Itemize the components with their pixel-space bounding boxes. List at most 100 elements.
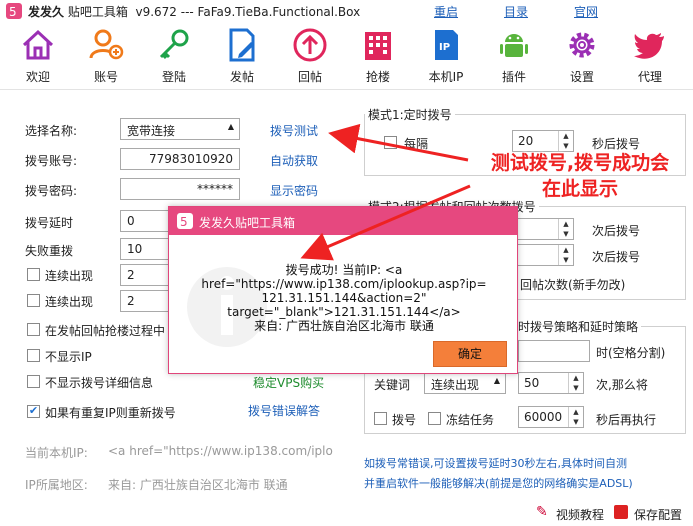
error-help-link[interactable]: 拨号错误解答 — [248, 402, 320, 419]
building-icon — [365, 32, 391, 60]
dropdown-arrow-icon: ▲ — [227, 122, 234, 131]
toolbar-account[interactable]: 账号 — [78, 24, 134, 86]
local-ip-value: <a href="https://www.ip138.com/iplo — [108, 444, 333, 458]
toolbar-plugins[interactable]: 插件 — [486, 24, 542, 86]
dial-label: 拨号 — [392, 413, 417, 427]
ip-icon: IP — [435, 30, 458, 60]
local-ip-label: 当前本机IP: — [25, 446, 88, 460]
toolbar-local-ip[interactable]: IP 本机IP — [418, 24, 474, 86]
add-user-icon — [89, 29, 124, 60]
rush-checkbox[interactable] — [27, 323, 40, 336]
password-input[interactable]: ****** — [120, 178, 240, 200]
annotation-text: 测试拨号,拨号成功会 在此显示 — [470, 150, 690, 202]
stepper-arrows-icon[interactable]: ▲ ▼ — [558, 131, 573, 151]
restart-link[interactable]: 重启 — [434, 3, 458, 20]
hide-detail-label: 不显示拨号详细信息 — [45, 376, 154, 390]
continuous-2-checkbox[interactable] — [27, 294, 40, 307]
toolbar-post[interactable]: 发帖 — [214, 24, 270, 86]
dropdown-arrow-icon: ▲ — [493, 376, 500, 385]
freeze-label: 冻结任务 — [446, 413, 495, 427]
hide-detail-checkbox[interactable] — [27, 375, 40, 388]
stepper-arrows-icon[interactable]: ▲ ▼ — [568, 407, 583, 427]
continuous-1-label: 连续出现 — [45, 269, 94, 283]
freeze-checkbox[interactable] — [428, 412, 441, 425]
toolbar-settings[interactable]: 设置 — [554, 24, 610, 86]
app-logo-icon: 5 — [177, 213, 193, 229]
toolbar-login[interactable]: 登陆 — [146, 24, 202, 86]
bird-icon — [634, 33, 664, 59]
toolbar-welcome[interactable]: 欢迎 — [10, 24, 66, 86]
pencil-icon: ✎ — [536, 504, 548, 520]
dialog-line-1: 拨号成功! 当前IP: <a — [285, 263, 403, 277]
reply-count-stepper[interactable]: ▲ ▼ — [512, 244, 574, 266]
dial-checkbox[interactable] — [374, 412, 387, 425]
repeat-ip-label: 如果有重复IP则重新拨号 — [45, 406, 176, 420]
android-icon — [500, 34, 528, 57]
repeat-ip-checkbox[interactable]: ✔ — [27, 405, 40, 418]
dial-result-dialog: 5 发发久贴吧工具箱 拨号成功! 当前IP: <a href="https://… — [168, 206, 518, 374]
toolbar-grab[interactable]: 抢楼 — [350, 24, 406, 86]
title-bar: 5 发发久 贴吧工具箱 v9.672 --- FaFa9.TieBa.Funct… — [0, 0, 693, 22]
mode1-title: 模式1:定时拨号 — [368, 108, 452, 122]
app-title: 发发久 贴吧工具箱 v9.672 --- FaFa9.TieBa.Functio… — [28, 5, 361, 19]
annotation-line-1: 测试拨号,拨号成功会 — [490, 152, 670, 174]
keyword-mode-select[interactable]: 连续出现 ▲ — [424, 372, 506, 394]
stepper-arrows-icon[interactable]: ▲ ▼ — [558, 245, 573, 265]
name-label: 选择名称: — [25, 124, 78, 138]
svg-text:IP: IP — [439, 42, 450, 53]
toolbar: 欢迎 账号 登陆 发帖 回帖 抢楼 IP 本机IP 插件 设置 代理 — [0, 22, 693, 90]
region-value: 来自: 广西壮族自治区北海市 联通 — [108, 478, 288, 492]
svg-text:5: 5 — [9, 5, 17, 19]
dialog-title-bar: 5 发发久贴吧工具箱 — [169, 207, 517, 235]
connection-select[interactable]: 宽带连接 ▲ — [120, 118, 240, 140]
account-label: 拨号账号: — [25, 154, 78, 168]
dialog-line-2: href="https://www.ip138.com/iplookup.asp… — [201, 277, 487, 291]
save-config-link[interactable]: 保存配置 — [634, 506, 682, 523]
account-input[interactable]: 77983010920 — [120, 148, 240, 170]
save-icon — [614, 505, 628, 519]
continuous-2-label: 连续出现 — [45, 295, 94, 309]
after-reply-label: 次后拨号 — [592, 250, 641, 264]
dialog-line-3: 121.31.151.144&action=2" — [261, 291, 427, 305]
dialog-message: 拨号成功! 当前IP: <a href="https://www.ip138.c… — [181, 263, 507, 333]
hide-ip-checkbox[interactable] — [27, 349, 40, 362]
delay-label: 拨号延时 — [25, 216, 74, 230]
region-label: IP所属地区: — [25, 478, 88, 492]
stepper-arrows-icon[interactable]: ▲ ▼ — [568, 373, 583, 393]
continuous-1-checkbox[interactable] — [27, 268, 40, 281]
post-count-stepper[interactable]: ▲ ▼ — [512, 218, 574, 240]
dial-test-link[interactable]: 拨号测试 — [270, 122, 318, 139]
after-post-label: 次后拨号 — [592, 224, 641, 238]
dialog-line-4: target="_blank">121.31.151.144</a> — [227, 305, 461, 319]
hide-ip-label: 不显示IP — [45, 350, 92, 364]
status-bar: ✎ 视频教程 保存配置 — [0, 500, 693, 526]
show-password-link[interactable]: 显示密码 — [270, 182, 318, 199]
vps-buy-link[interactable]: 稳定VPS购买 — [253, 374, 324, 391]
every-label: 每隔 — [404, 137, 429, 151]
website-link[interactable]: 官网 — [574, 3, 598, 20]
password-label: 拨号密码: — [25, 184, 78, 198]
key-icon — [159, 29, 189, 60]
time-input[interactable] — [518, 340, 590, 362]
help-tip: 如拨号常错误,可设置拨号延时30秒左右,具体时间自测 并重启软件一般能够解决(前… — [364, 457, 633, 490]
rush-label: 在发帖回帖抢楼过程中 — [45, 324, 166, 338]
auto-get-link[interactable]: 自动获取 — [270, 152, 318, 169]
toolbar-proxy[interactable]: 代理 — [622, 24, 678, 86]
stepper-arrows-icon[interactable]: ▲ ▼ — [558, 219, 573, 239]
keyword-label: 关键词 — [374, 378, 411, 392]
ok-button[interactable]: 确定 — [433, 341, 507, 367]
edit-document-icon — [229, 28, 255, 62]
toolbar-reply[interactable]: 回帖 — [282, 24, 338, 86]
dialog-line-5: 来自: 广西壮族自治区北海市 联通 — [254, 319, 434, 333]
fail-retry-label: 失败重拨 — [25, 244, 74, 258]
time-sep-label: 时(空格分割) — [596, 346, 666, 360]
strategy-title: 时拨号策略和延时策略 — [518, 320, 639, 334]
keyword-count-stepper[interactable]: 50 ▲ ▼ — [518, 372, 584, 394]
directory-link[interactable]: 目录 — [504, 3, 528, 20]
then-label: 次,那么将 — [596, 378, 648, 392]
every-stepper[interactable]: 20 ▲ ▼ — [512, 130, 574, 152]
video-tutorial-link[interactable]: 视频教程 — [556, 506, 604, 523]
every-checkbox[interactable] — [384, 136, 397, 149]
exec-delay-stepper[interactable]: 60000 ▲ ▼ — [518, 406, 584, 428]
exec-after-label: 秒后再执行 — [596, 413, 657, 427]
